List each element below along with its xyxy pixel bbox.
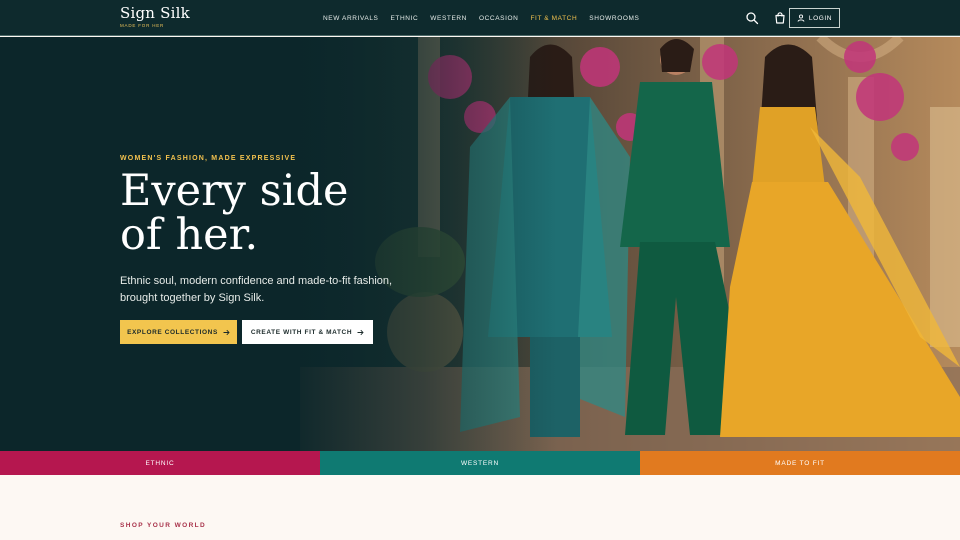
hero-subcopy: Ethnic soul, modern confidence and made-… <box>120 275 393 304</box>
create-with-fit-match-button[interactable]: CREATE WITH FIT & MATCH <box>242 320 373 344</box>
category-western[interactable]: WESTERN <box>320 451 640 475</box>
brand-name: Sign Silk <box>120 4 190 22</box>
cart-icon[interactable] <box>773 11 787 25</box>
brand-tagline: MADE FOR HER <box>120 23 165 28</box>
explore-collections-label: EXPLORE COLLECTIONS <box>127 328 218 336</box>
nav-item-showrooms[interactable]: SHOWROOMS <box>589 15 639 22</box>
login-label: LOGIN <box>808 14 833 22</box>
nav-item-new-arrivals[interactable]: NEW ARRIVALS <box>323 15 378 22</box>
nav-item-ethnic[interactable]: ETHNIC <box>390 15 418 22</box>
nav-item-occasion[interactable]: OCCASION <box>479 15 518 22</box>
nav-item-fit-and-match[interactable]: FIT & MATCH <box>530 15 577 22</box>
arrow-right-icon <box>223 329 230 335</box>
hero-headline-line-1: Every side <box>120 166 349 216</box>
create-with-fit-match-label: CREATE WITH FIT & MATCH <box>250 328 353 336</box>
explore-collections-button[interactable]: EXPLORE COLLECTIONS <box>120 320 237 344</box>
section-label: SHOP YOUR WORLD <box>120 522 207 529</box>
arrow-right-icon <box>357 329 364 335</box>
brand-logo[interactable]: Sign Silk MADE FOR HER <box>120 5 190 28</box>
category-ethnic[interactable]: ETHNIC <box>0 451 320 475</box>
hero-headline-line-2: of her. <box>120 210 259 260</box>
search-icon[interactable] <box>745 11 759 25</box>
hero-headline: Every side of her. <box>120 169 450 257</box>
hero-eyebrow: WOMEN'S FASHION, MADE EXPRESSIVE <box>120 155 297 162</box>
site-header: Sign Silk MADE FOR HER NEW ARRIVALS ETHN… <box>0 0 960 36</box>
category-made-to-fit[interactable]: MADE TO FIT <box>640 451 960 475</box>
header-icons <box>745 11 787 25</box>
login-button[interactable]: LOGIN <box>789 8 840 28</box>
hero-banner: WOMEN'S FASHION, MADE EXPRESSIVE Every s… <box>0 37 960 451</box>
user-icon <box>797 14 805 22</box>
main-nav: NEW ARRIVALS ETHNIC WESTERN OCCASION FIT… <box>323 0 639 36</box>
nav-item-western[interactable]: WESTERN <box>430 15 467 22</box>
category-bar: ETHNIC WESTERN MADE TO FIT <box>0 451 960 475</box>
